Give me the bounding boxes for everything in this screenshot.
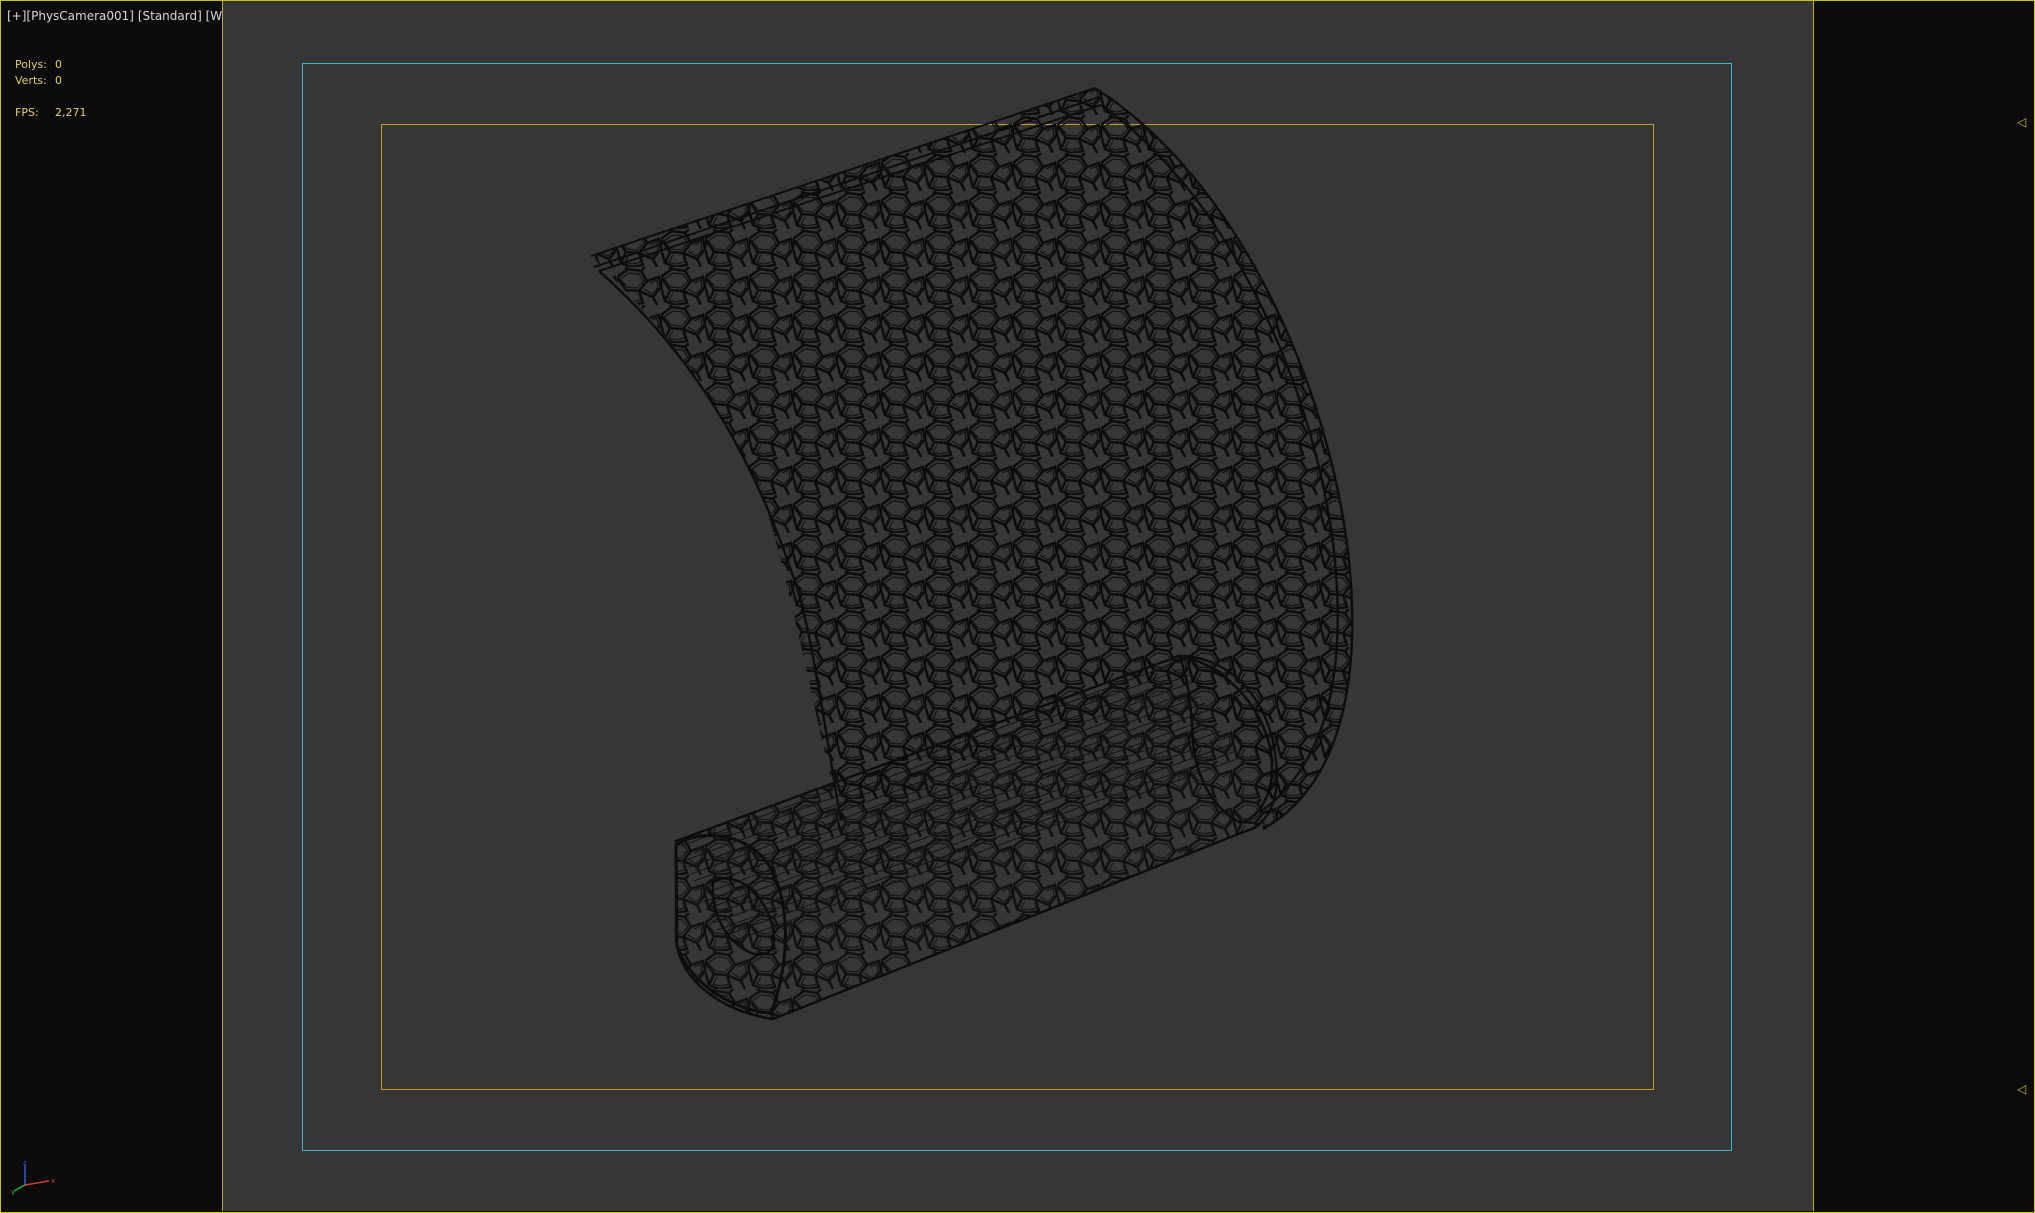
wireframe-mesh[interactable]	[1, 1, 2034, 1212]
svg-text:z: z	[23, 1161, 27, 1167]
svg-text:x: x	[51, 1177, 55, 1185]
triangle-left-icon: ◁	[2017, 115, 2027, 129]
axis-tripod-icon: z y x	[11, 1159, 57, 1199]
svg-text:y: y	[11, 1188, 15, 1195]
triangle-left-icon: ◁	[2017, 1082, 2027, 1096]
camera-viewport[interactable]: [+][PhysCamera001] [Standard] [Wireframe…	[0, 0, 2035, 1213]
